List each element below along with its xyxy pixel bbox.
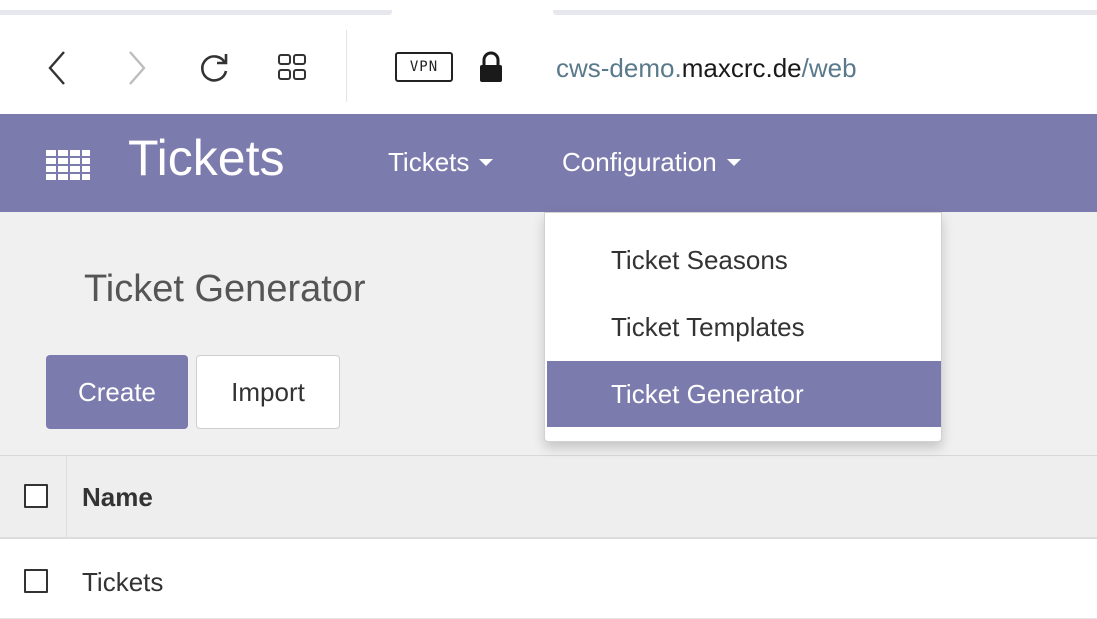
address-bar[interactable]: cws-demo.maxcrc.de/web xyxy=(556,48,857,88)
tab-grid-icon xyxy=(278,54,306,80)
reload-button[interactable] xyxy=(194,48,234,88)
list-header: Name xyxy=(0,455,1097,539)
create-button[interactable]: Create xyxy=(46,355,188,429)
column-separator xyxy=(66,456,67,538)
configuration-dropdown: Ticket Seasons Ticket Templates Ticket G… xyxy=(544,212,942,442)
row-checkbox[interactable] xyxy=(24,569,48,593)
url-host: maxcrc.de xyxy=(681,53,802,83)
menu-configuration[interactable]: Configuration xyxy=(562,142,741,182)
caret-down-icon xyxy=(726,158,741,166)
page: VPN cws-demo.maxcrc.de/web Tickets Ticke… xyxy=(0,0,1097,619)
browser-tab-strip xyxy=(0,0,1097,20)
menu-configuration-label: Configuration xyxy=(562,146,717,177)
page-title: Ticket Generator xyxy=(84,268,366,310)
row-name-cell[interactable]: Tickets xyxy=(82,565,163,599)
forward-button[interactable] xyxy=(118,48,156,88)
menu-item-ticket-seasons[interactable]: Ticket Seasons xyxy=(547,227,941,293)
table-row[interactable]: Tickets xyxy=(0,539,1097,619)
toolbar-separator xyxy=(346,30,347,102)
main-navbar: Tickets Tickets Configuration xyxy=(0,114,1097,212)
lock-icon[interactable] xyxy=(478,50,504,84)
import-button[interactable]: Import xyxy=(196,355,340,429)
apps-grid-icon[interactable] xyxy=(46,150,90,180)
menu-item-ticket-generator[interactable]: Ticket Generator xyxy=(547,361,941,427)
caret-down-icon xyxy=(479,158,494,166)
forward-icon xyxy=(129,51,146,85)
tab-edge-right xyxy=(553,10,1097,15)
app-title[interactable]: Tickets xyxy=(128,126,285,190)
tab-edge-left xyxy=(0,10,392,15)
back-button[interactable] xyxy=(38,48,76,88)
back-icon xyxy=(48,51,65,85)
select-all-checkbox[interactable] xyxy=(24,484,48,508)
column-header-name[interactable]: Name xyxy=(82,480,153,514)
url-path: /web xyxy=(801,53,857,83)
menu-tickets[interactable]: Tickets xyxy=(388,142,494,182)
url-prefix: cws-demo. xyxy=(556,53,682,83)
tab-overview-button[interactable] xyxy=(272,48,312,88)
menu-item-ticket-templates[interactable]: Ticket Templates xyxy=(547,294,941,360)
reload-icon xyxy=(201,54,228,82)
browser-toolbar: VPN cws-demo.maxcrc.de/web xyxy=(0,20,1097,114)
menu-tickets-label: Tickets xyxy=(388,146,470,177)
vpn-badge[interactable]: VPN xyxy=(395,52,453,82)
